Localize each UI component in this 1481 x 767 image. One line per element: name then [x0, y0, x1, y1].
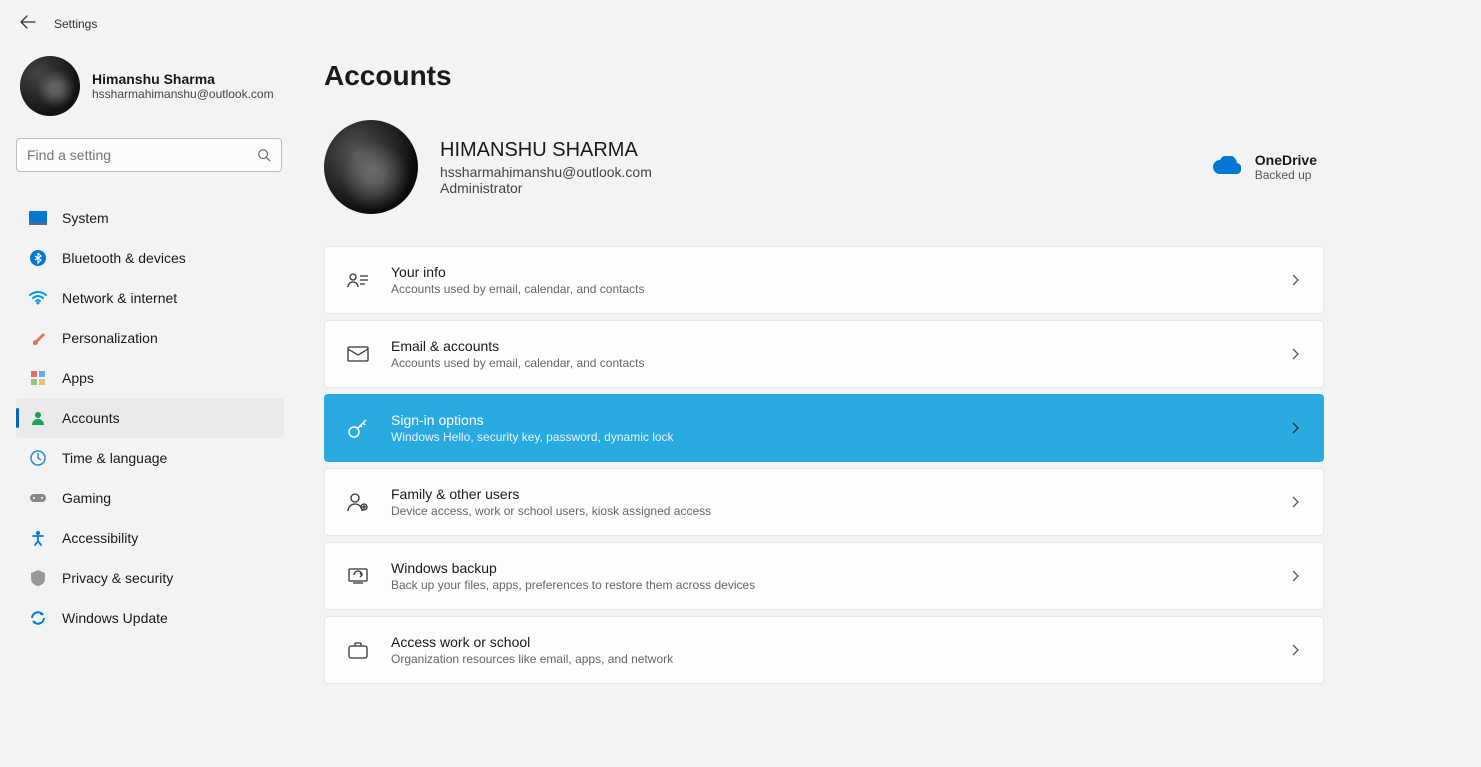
nav-label: Bluetooth & devices: [62, 250, 186, 266]
window-title: Settings: [54, 17, 97, 31]
search-input[interactable]: [27, 147, 257, 163]
sidebar-item-accounts[interactable]: Accounts: [16, 398, 284, 438]
sidebar-item-update[interactable]: Windows Update: [16, 598, 284, 638]
person-icon: [28, 408, 48, 428]
sidebar: Himanshu Sharma hssharmahimanshu@outlook…: [0, 48, 300, 767]
card-your-info[interactable]: Your info Accounts used by email, calend…: [324, 246, 1324, 314]
chevron-right-icon: [1287, 494, 1303, 510]
clock-globe-icon: [28, 448, 48, 468]
card-subtitle: Windows Hello, security key, password, d…: [391, 430, 1287, 444]
sidebar-item-privacy[interactable]: Privacy & security: [16, 558, 284, 598]
chevron-right-icon: [1287, 272, 1303, 288]
card-subtitle: Accounts used by email, calendar, and co…: [391, 282, 1287, 296]
accessibility-icon: [28, 528, 48, 548]
card-title: Sign-in options: [391, 412, 1287, 428]
avatar: [20, 56, 80, 116]
apps-icon: [28, 368, 48, 388]
settings-cards: Your info Accounts used by email, calend…: [324, 246, 1324, 684]
main-content: Accounts HIMANSHU SHARMA hssharmahimansh…: [300, 48, 1481, 767]
nav-list: System Bluetooth & devices Network & int…: [16, 198, 300, 638]
card-title: Email & accounts: [391, 338, 1287, 354]
card-work-school[interactable]: Access work or school Organization resou…: [324, 616, 1324, 684]
card-family-users[interactable]: Family & other users Device access, work…: [324, 468, 1324, 536]
nav-label: Accounts: [62, 410, 120, 426]
arrow-left-icon: [20, 14, 36, 30]
nav-label: Personalization: [62, 330, 158, 346]
backup-icon: [345, 563, 371, 589]
nav-label: System: [62, 210, 109, 226]
wifi-icon: [28, 288, 48, 308]
chevron-right-icon: [1287, 346, 1303, 362]
sidebar-item-network[interactable]: Network & internet: [16, 278, 284, 318]
update-icon: [28, 608, 48, 628]
sidebar-user-name: Himanshu Sharma: [92, 71, 274, 87]
card-signin-options[interactable]: Sign-in options Windows Hello, security …: [324, 394, 1324, 462]
mail-icon: [345, 341, 371, 367]
card-email-accounts[interactable]: Email & accounts Accounts used by email,…: [324, 320, 1324, 388]
briefcase-icon: [345, 637, 371, 663]
sidebar-item-gaming[interactable]: Gaming: [16, 478, 284, 518]
sidebar-item-bluetooth[interactable]: Bluetooth & devices: [16, 238, 284, 278]
onedrive-block[interactable]: OneDrive Backed up: [1213, 152, 1317, 182]
chevron-right-icon: [1287, 568, 1303, 584]
account-hero: HIMANSHU SHARMA hssharmahimanshu@outlook…: [324, 120, 1457, 214]
sidebar-item-system[interactable]: System: [16, 198, 284, 238]
hero-user-role: Administrator: [440, 180, 1213, 196]
sidebar-user-email: hssharmahimanshu@outlook.com: [92, 87, 274, 101]
card-subtitle: Device access, work or school users, kio…: [391, 504, 1287, 518]
paintbrush-icon: [28, 328, 48, 348]
people-icon: [345, 489, 371, 515]
avatar: [324, 120, 418, 214]
search-icon: [257, 148, 271, 162]
card-title: Windows backup: [391, 560, 1287, 576]
nav-label: Gaming: [62, 490, 111, 506]
cloud-icon: [1213, 156, 1241, 179]
nav-label: Network & internet: [62, 290, 177, 306]
nav-label: Privacy & security: [62, 570, 173, 586]
system-icon: [28, 208, 48, 228]
search-input-wrapper[interactable]: [16, 138, 282, 172]
person-card-icon: [345, 267, 371, 293]
card-subtitle: Organization resources like email, apps,…: [391, 652, 1287, 666]
key-icon: [345, 415, 371, 441]
card-subtitle: Accounts used by email, calendar, and co…: [391, 356, 1287, 370]
sidebar-item-time[interactable]: Time & language: [16, 438, 284, 478]
sidebar-item-accessibility[interactable]: Accessibility: [16, 518, 284, 558]
card-title: Family & other users: [391, 486, 1287, 502]
chevron-right-icon: [1287, 420, 1303, 436]
sidebar-item-apps[interactable]: Apps: [16, 358, 284, 398]
nav-label: Apps: [62, 370, 94, 386]
chevron-right-icon: [1287, 642, 1303, 658]
card-title: Access work or school: [391, 634, 1287, 650]
hero-user-name: HIMANSHU SHARMA: [440, 139, 1213, 162]
nav-label: Windows Update: [62, 610, 168, 626]
hero-user-email: hssharmahimanshu@outlook.com: [440, 164, 1213, 180]
page-title: Accounts: [324, 60, 1457, 92]
gamepad-icon: [28, 488, 48, 508]
card-title: Your info: [391, 264, 1287, 280]
onedrive-title: OneDrive: [1255, 152, 1317, 168]
onedrive-status: Backed up: [1255, 168, 1317, 182]
sidebar-item-personalization[interactable]: Personalization: [16, 318, 284, 358]
nav-label: Time & language: [62, 450, 167, 466]
bluetooth-icon: [28, 248, 48, 268]
sidebar-user-block[interactable]: Himanshu Sharma hssharmahimanshu@outlook…: [16, 56, 300, 116]
nav-label: Accessibility: [62, 530, 138, 546]
shield-icon: [28, 568, 48, 588]
back-button[interactable]: [16, 10, 40, 39]
card-subtitle: Back up your files, apps, preferences to…: [391, 578, 1287, 592]
card-windows-backup[interactable]: Windows backup Back up your files, apps,…: [324, 542, 1324, 610]
